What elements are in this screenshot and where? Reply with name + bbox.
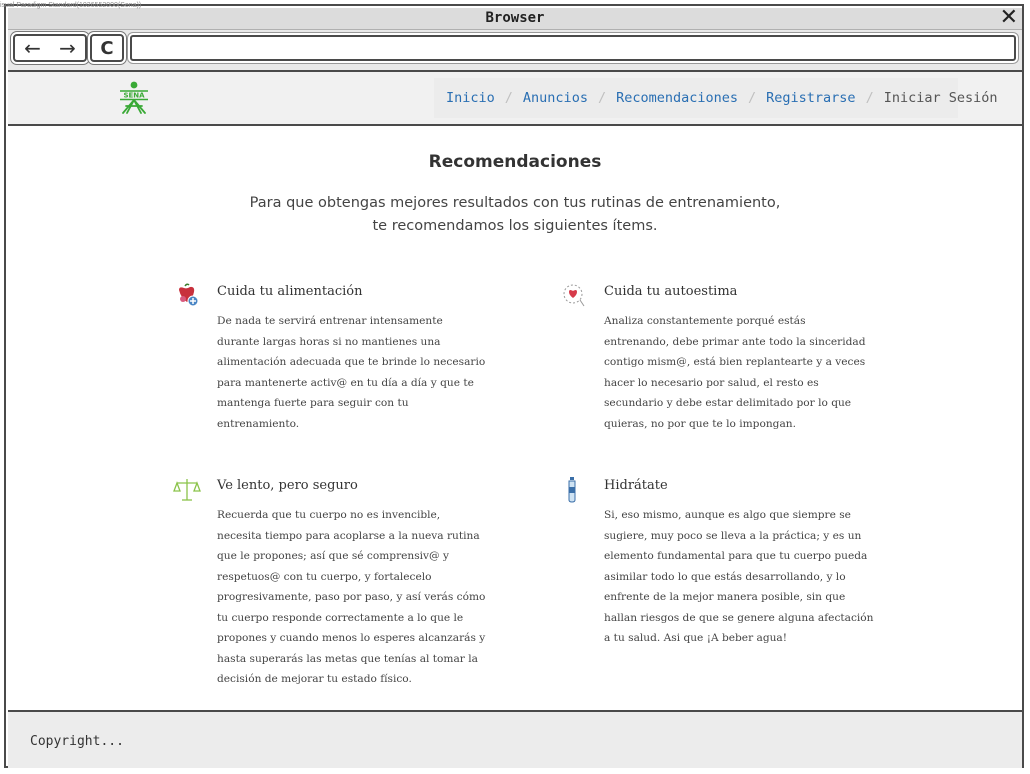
nav-item-registrarse[interactable]: Registrarse — [766, 90, 855, 106]
nav-separator: / — [597, 90, 607, 106]
intro-text: Para que obtengas mejores resultados con… — [8, 192, 1022, 238]
browser-window: Browser ✕ ← → C SENA Inicio / Anuncios /… — [4, 4, 1024, 768]
card-title: Ve lento, pero seguro — [217, 478, 358, 493]
nav-separator: / — [504, 90, 513, 106]
history-buttons: ← → — [13, 34, 87, 62]
card-lento-seguro: Ve lento, pero seguro Recuerda que tu cu… — [173, 478, 487, 690]
card-title: Cuida tu autoestima — [604, 284, 738, 299]
card-text: Recuerda que tu cuerpo no es invencible,… — [217, 509, 486, 685]
close-icon[interactable]: ✕ — [1000, 5, 1018, 30]
nav-item-inicio[interactable]: Inicio — [446, 90, 495, 106]
nav-item-iniciar-sesion[interactable]: Iniciar Sesión — [884, 90, 998, 106]
forward-arrow-icon[interactable]: → — [59, 36, 76, 60]
page-title: Recomendaciones — [428, 152, 602, 172]
browser-toolbar: ← → C — [8, 30, 1022, 72]
balance-scale-icon — [173, 479, 201, 501]
nav-item-anuncios[interactable]: Anuncios — [523, 90, 588, 106]
intro-line-2: te recomendamos los siguientes ítems. — [372, 218, 658, 234]
browser-title: Browser — [485, 10, 545, 26]
card-title: Cuida tu alimentación — [217, 284, 363, 299]
reload-icon[interactable]: C — [90, 34, 124, 62]
card-alimentacion: Cuida tu alimentación De nada te servirá… — [179, 283, 487, 434]
card-text: Analiza constantemente porqué estás entr… — [604, 315, 866, 430]
back-arrow-icon[interactable]: ← — [24, 36, 41, 60]
apple-heart-icon — [179, 283, 199, 307]
head-heart-icon — [563, 284, 585, 307]
site-header: SENA Inicio / Anuncios / Recomendaciones… — [8, 72, 1022, 126]
card-autoestima: Cuida tu autoestima Analiza constantemen… — [563, 284, 874, 434]
main-content: Recomendaciones Para que obtengas mejore… — [8, 126, 1022, 708]
watermark-text: isual Paradigm Standard(1026552000(Sena)… — [0, 2, 142, 9]
copyright-text: Copyright... — [30, 734, 124, 749]
address-bar[interactable] — [130, 35, 1016, 61]
browser-titlebar: Browser ✕ — [8, 5, 1022, 30]
nav-separator: / — [865, 90, 874, 106]
intro-line-1: Para que obtengas mejores resultados con… — [249, 195, 781, 211]
logo-text: SENA — [123, 92, 145, 100]
card-text: Si, eso mismo, aunque es algo que siempr… — [604, 509, 874, 644]
card-title: Hidrátate — [604, 478, 668, 493]
site-footer: Copyright... — [8, 710, 1022, 768]
card-text: De nada te servirá entrenar intensamente… — [217, 315, 486, 430]
main-nav: Inicio / Anuncios / Recomendaciones / Re… — [434, 78, 998, 118]
nav-item-recomendaciones[interactable]: Recomendaciones — [616, 90, 738, 106]
card-hidratate: Hidrátate Si, eso mismo, aunque es algo … — [568, 477, 874, 649]
sena-logo-icon[interactable]: SENA — [116, 80, 152, 116]
nav-separator: / — [748, 90, 757, 106]
water-bottle-icon — [568, 477, 576, 503]
